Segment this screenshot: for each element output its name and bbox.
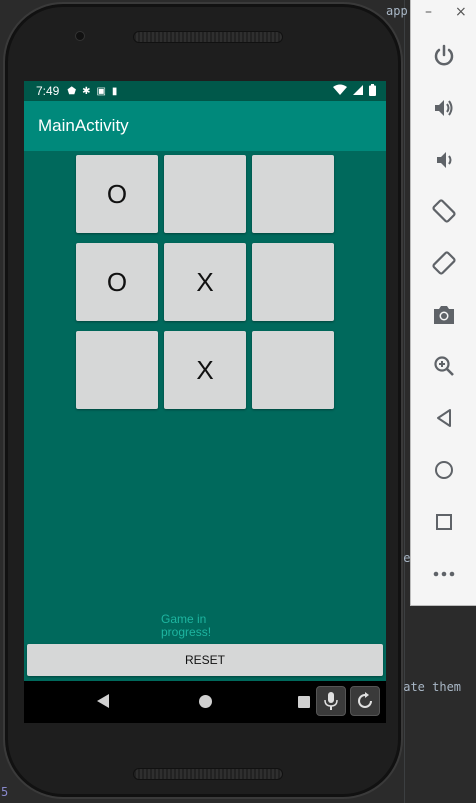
nav-back-icon[interactable] <box>97 694 109 708</box>
board-cell-5[interactable] <box>252 243 334 321</box>
more-icon <box>433 571 455 577</box>
game-status-text: Game in progress! <box>161 612 212 639</box>
minimize-window-button[interactable]: – <box>425 4 432 20</box>
status-icons-right <box>333 84 376 96</box>
back-icon <box>437 409 451 427</box>
microphone-button[interactable] <box>316 686 346 716</box>
phone-frame: 7:49 ⬟ ✱ ▣ ▮ MainActivity O O X X Game i… <box>3 2 403 799</box>
ide-tab-label[interactable]: app <box>386 4 408 18</box>
more-button[interactable] <box>428 558 460 590</box>
rotate-icon <box>358 692 372 708</box>
close-window-button[interactable]: × <box>455 4 467 20</box>
rotate-right-button[interactable] <box>428 247 460 279</box>
top-speaker <box>133 31 283 43</box>
volume-up-icon <box>435 100 453 116</box>
home-button[interactable] <box>428 454 460 486</box>
status-time: 7:49 <box>36 84 60 98</box>
overview-button[interactable] <box>428 506 460 538</box>
ide-line-number: 5 <box>1 785 9 799</box>
game-content: O O X X <box>24 151 386 681</box>
rotate-left-icon <box>432 199 456 223</box>
overview-icon <box>436 514 452 530</box>
board-cell-6[interactable] <box>76 331 158 409</box>
board-cell-4[interactable]: X <box>164 243 246 321</box>
emulator-toolbar: – × <box>410 0 476 606</box>
sd-card-icon: ▮ <box>111 85 118 97</box>
board-cell-2[interactable] <box>252 155 334 233</box>
nav-home-icon[interactable] <box>199 695 212 708</box>
power-button[interactable] <box>428 40 460 72</box>
zoom-icon <box>434 356 454 376</box>
android-status-bar: 7:49 ⬟ ✱ ▣ ▮ <box>24 81 386 101</box>
power-icon <box>434 44 454 66</box>
back-button[interactable] <box>428 402 460 434</box>
bottom-speaker <box>133 768 283 780</box>
app-title: MainActivity <box>38 116 129 135</box>
rotate-left-button[interactable] <box>428 195 460 227</box>
app-bar: MainActivity <box>24 101 386 151</box>
battery-icon <box>369 84 376 96</box>
camera-icon <box>434 306 454 324</box>
board-cell-1[interactable] <box>164 155 246 233</box>
microphone-icon <box>324 692 338 710</box>
shield-icon: ⬟ <box>67 85 77 97</box>
front-camera <box>75 31 85 41</box>
rotate-screen-button[interactable] <box>350 686 380 716</box>
home-icon <box>435 461 453 479</box>
volume-down-button[interactable] <box>428 144 460 176</box>
screenshot-button[interactable] <box>428 299 460 331</box>
nav-recents-icon[interactable] <box>298 696 310 708</box>
rotate-right-icon <box>432 251 456 275</box>
volume-down-icon <box>437 152 452 168</box>
zoom-button[interactable] <box>428 350 460 382</box>
settings-icon: ✱ <box>82 85 91 97</box>
reset-button[interactable]: RESET <box>27 644 383 676</box>
a-notification-icon: ▣ <box>96 85 106 97</box>
board-cell-3[interactable]: O <box>76 243 158 321</box>
device-screen: 7:49 ⬟ ✱ ▣ ▮ MainActivity O O X X Game i… <box>24 81 386 723</box>
wifi-icon <box>333 84 347 95</box>
ide-code-fragment-2: late them <box>396 680 462 694</box>
board-cell-0[interactable]: O <box>76 155 158 233</box>
cell-signal-icon <box>353 85 363 95</box>
volume-up-button[interactable] <box>428 92 460 124</box>
board-cell-7[interactable]: X <box>164 331 246 409</box>
board-cell-8[interactable] <box>252 331 334 409</box>
